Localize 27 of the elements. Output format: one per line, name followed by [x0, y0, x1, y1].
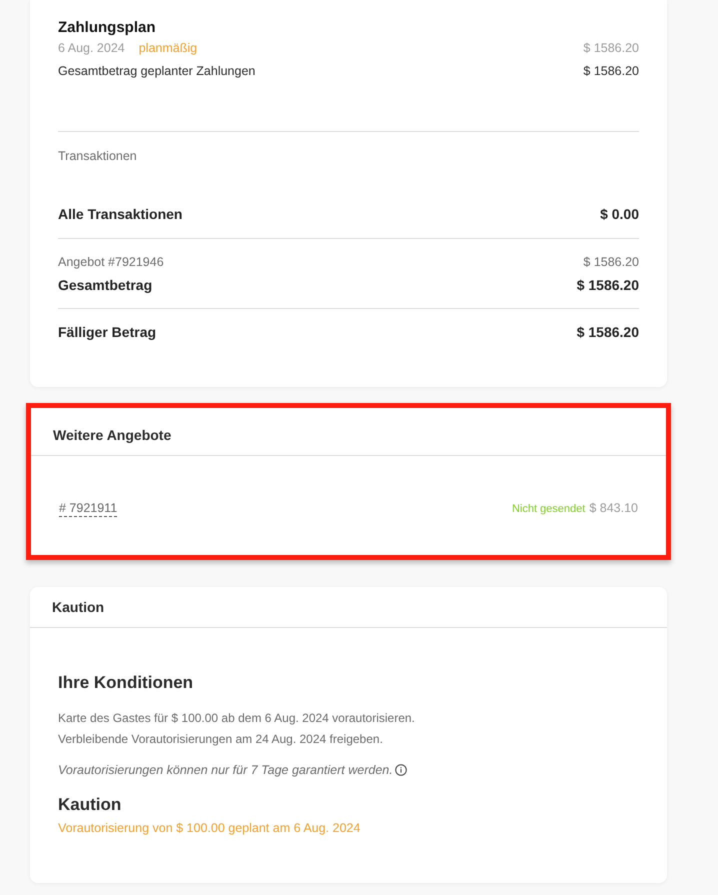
conditions-text: Verbleibende Vorautorisierungen am 24 Aug. 2024 freigeben. [58, 731, 384, 748]
card-title: Kaution [30, 587, 667, 628]
section-title: Zahlungsplan [58, 18, 156, 38]
offer-price: $ 843.10 [589, 500, 638, 517]
card-title: Weitere Angebote [31, 408, 666, 456]
total-amount: $ 1586.20 [583, 63, 639, 80]
note-text: Vorautorisierungen können nur für 7 Tage garantiert werden. [58, 762, 393, 779]
deposit-schedule: Vorautorisierung von $ 100.00 geplant am 6 Aug. 2024 [58, 820, 362, 837]
transactions-amount: $ 0.00 [600, 205, 639, 224]
offer-amount: $ 1586.20 [583, 254, 639, 271]
offer-label: Angebot #7921946 [58, 254, 164, 271]
info-icon[interactable] [394, 764, 407, 776]
offer-status: Nicht gesendet [512, 503, 586, 515]
transactions-label: Alle Transaktionen [58, 205, 182, 224]
payment-amount: $ 1586.20 [583, 40, 639, 57]
payment-status: planmäßig [138, 40, 198, 57]
payment-date: 6 Aug. 2024 [58, 40, 125, 57]
offer-link[interactable]: # 7921911 [59, 500, 118, 516]
due-label: Fälliger Betrag [58, 323, 156, 342]
conditions-text: Karte des Gastes für $ 100.00 ab dem 6 Aug. 2024 vorautorisieren. [58, 710, 416, 727]
section-label: Transaktionen [58, 148, 138, 165]
conditions-title: Ihre Konditionen [58, 672, 194, 694]
due-amount: $ 1586.20 [576, 323, 639, 342]
grand-total-amount: $ 1586.20 [576, 276, 639, 295]
total-label: Gesamtbetrag geplanter Zahlungen [58, 63, 256, 80]
deposit-title: Kaution [58, 794, 122, 816]
grand-total-label: Gesamtbetrag [58, 276, 152, 295]
